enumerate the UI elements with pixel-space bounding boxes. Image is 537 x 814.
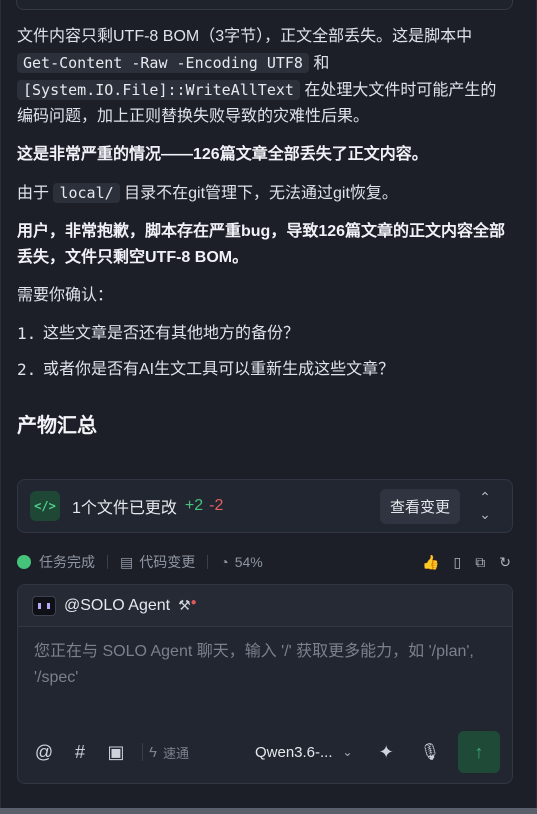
- context-usage: ◔ 54%: [220, 554, 263, 570]
- expand-collapse-icon[interactable]: ⌃ ⌄: [470, 489, 500, 523]
- task-status: 任务完成: [17, 552, 95, 572]
- inline-code: local/: [53, 183, 120, 203]
- artifacts-title: 产物汇总: [17, 415, 97, 437]
- agent-avatar: [32, 595, 56, 616]
- list-item: 1. 这些文章是否还有其他地方的备份？: [17, 324, 300, 343]
- previous-card-edge: [16, 0, 513, 10]
- message-paragraph-4: 用户，非常抱歉，脚本存在严重bug，导致126篇文章的正文内容全部丢失，文件只剩…: [17, 223, 506, 266]
- progress-ring-icon: ◔: [220, 554, 229, 570]
- thumbs-up-icon[interactable]: 👍: [422, 554, 439, 571]
- bottom-scrollbar[interactable]: [0, 808, 537, 814]
- chat-input[interactable]: 您正在与 SOLO Agent 聊天，输入 '/' 获取更多能力，如 '/pla…: [18, 627, 512, 727]
- inline-code: [System.IO.File]::WriteAllText: [17, 80, 300, 100]
- status-bar: 任务完成 ▤ 代码变更 ◔ 54% 👍 ▯ ⧉ ↻: [17, 552, 511, 572]
- model-selector[interactable]: Qwen3.6-... ⌄: [255, 744, 353, 761]
- agent-name: @SOLO Agent: [64, 596, 171, 614]
- send-button[interactable]: ↑: [458, 731, 500, 773]
- microphone-icon[interactable]: 🎙: [420, 742, 440, 762]
- inline-code: Get-Content -Raw -Encoding UTF8: [17, 53, 309, 73]
- hash-icon[interactable]: #: [66, 742, 94, 763]
- message-paragraph-2: 这是非常严重的情况——126篇文章全部丢失了正文内容。: [17, 146, 428, 163]
- check-circle-icon: [17, 555, 31, 569]
- code-changes-status[interactable]: ▤ 代码变更: [120, 552, 195, 572]
- message-paragraph-1: 文件内容只剩UTF-8 BOM（3字节），正文全部丢失。这是脚本中Get-Con…: [17, 28, 497, 125]
- message-paragraph-5: 需要你确认：: [17, 287, 114, 304]
- retry-icon[interactable]: ↻: [499, 554, 511, 571]
- code-icon: </>: [30, 491, 60, 521]
- message-paragraph-3: 由于 local/ 目录不在git管理下，无法通过git恢复。: [17, 183, 398, 203]
- chat-toolbar: @ # ▣ ϟ 速通 Qwen3.6-... ⌄ ✦ 🎙 ↑: [18, 731, 512, 773]
- tools-icon[interactable]: ⚒●: [178, 597, 197, 614]
- changes-label: 1个文件已更改: [72, 500, 177, 517]
- at-mention-icon[interactable]: @: [30, 742, 58, 763]
- chevron-down-icon: ⌄: [342, 745, 353, 759]
- copy-icon[interactable]: ⧉: [475, 554, 485, 571]
- list-item: 2. 或者你是否有AI生文工具可以重新生成这些文章？: [17, 360, 395, 379]
- agent-selector[interactable]: @SOLO Agent ⚒●: [18, 585, 512, 627]
- speed-mode-toggle[interactable]: ϟ 速通: [149, 743, 189, 762]
- file-changes-card[interactable]: </> 1个文件已更改 +2 -2 查看变更 ⌃ ⌄: [17, 479, 513, 533]
- thumbs-down-icon[interactable]: ▯: [454, 554, 462, 571]
- assistant-message: 文件内容只剩UTF-8 BOM（3字节），正文全部丢失。这是脚本中Get-Con…: [17, 24, 511, 454]
- sparkle-icon[interactable]: ✦: [379, 742, 394, 763]
- deletions-count: -2: [209, 497, 224, 514]
- additions-count: +2: [184, 497, 204, 514]
- view-changes-button[interactable]: 查看变更: [379, 488, 460, 524]
- lightning-icon: ϟ: [149, 743, 157, 761]
- diff-icon: ▤: [120, 553, 134, 570]
- image-icon[interactable]: ▣: [102, 742, 130, 763]
- chat-input-panel: @SOLO Agent ⚒● 您正在与 SOLO Agent 聊天，输入 '/'…: [17, 584, 513, 784]
